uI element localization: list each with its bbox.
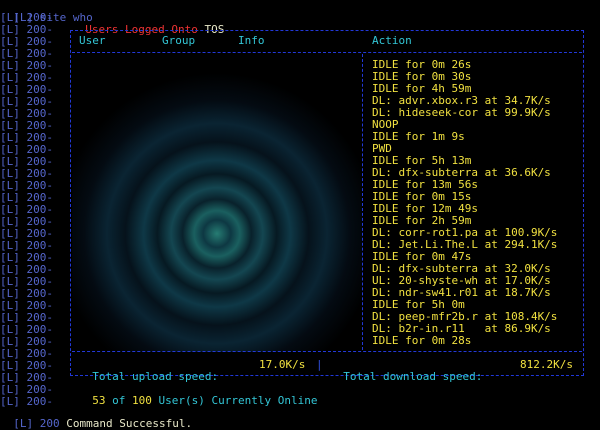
background-swirl-image — [72, 56, 362, 352]
upload-value: 17.0K/s — [259, 358, 306, 371]
download-total: Total download speed: — [330, 359, 482, 383]
upload-label: Total upload speed: — [92, 370, 219, 383]
column-header-info: Info — [238, 34, 265, 47]
table-row-action: IDLE for 0m 28s — [372, 334, 472, 347]
totals-divider — [72, 351, 582, 352]
status-text: Command Successful. — [66, 417, 193, 430]
totals-separator: | — [316, 358, 323, 371]
status-prefix: [L] 200 — [13, 417, 60, 430]
action-column-divider — [362, 54, 363, 350]
online-status: 53 of 100 User(s) Currently Online — [79, 383, 317, 407]
download-value: 812.2K/s — [520, 358, 573, 371]
status-line: [L] 200 Command Successful. — [0, 406, 192, 430]
column-header-group: Group — [162, 34, 196, 47]
header-divider — [72, 52, 582, 53]
download-label: Total download speed: — [343, 370, 483, 383]
page-title: Users Logged Onto TOS — [72, 12, 224, 36]
column-header-user: User — [79, 34, 106, 47]
column-header-action: Action — [372, 34, 412, 47]
upload-total: Total upload speed: — [79, 359, 218, 383]
